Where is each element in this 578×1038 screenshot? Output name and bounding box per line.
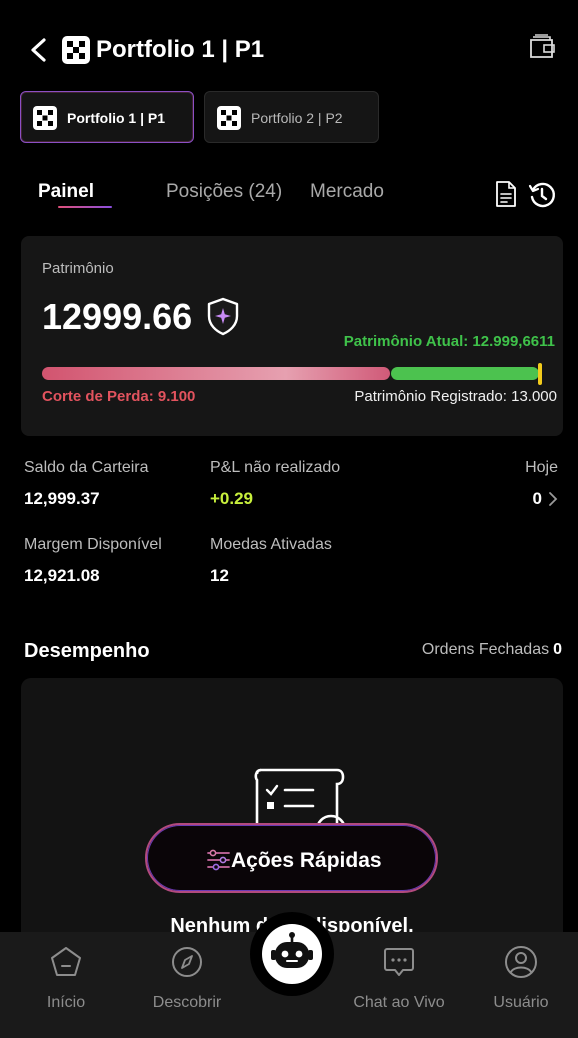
unrealized-pnl-value: +0.29 [210, 489, 254, 508]
today-value: 0 [532, 489, 542, 508]
loss-range-bar [42, 367, 390, 380]
equity-label: Patrimônio [42, 260, 114, 277]
portfolio-logo-icon [33, 106, 57, 130]
unrealized-pnl-stat: P&L não realizado +0.29 [210, 458, 340, 510]
document-icon[interactable] [494, 180, 518, 208]
robot-icon [271, 932, 313, 968]
performance-title: Desempenho [24, 640, 150, 662]
chevron-left-icon[interactable] [26, 36, 52, 64]
nav-item-live-chat[interactable]: Chat ao Vivo [344, 932, 454, 1038]
active-coins-stat: Moedas Ativadas 12 [210, 535, 332, 587]
unrealized-pnl-label: P&L não realizado [210, 459, 341, 476]
active-coins-label: Moedas Ativadas [210, 536, 332, 553]
portfolio-tab-2[interactable]: Portfolio 2 | P2 [204, 91, 379, 143]
shield-icon[interactable] [205, 296, 241, 336]
closed-orders-label: Ordens Fechadas [421, 641, 550, 658]
quick-actions-label: Ações Rápidas [231, 849, 382, 872]
available-margin-stat: Margem Disponível 12,921.08 [24, 535, 162, 587]
profit-range-bar [391, 367, 539, 380]
nav-label: Início [46, 994, 86, 1011]
today-stat[interactable]: Hoje 0 [525, 458, 558, 510]
tab-mercado[interactable]: Mercado [310, 180, 384, 204]
portfolio-tab-label: Portfolio 2 | P2 [251, 110, 343, 126]
wallet-icon[interactable] [528, 34, 556, 60]
wallet-balance-label: Saldo da Carteira [24, 459, 149, 476]
compass-icon [172, 947, 202, 977]
portfolio-tab-label: Portfolio 1 | P1 [67, 110, 166, 126]
history-icon[interactable] [528, 181, 556, 209]
available-margin-label: Margem Disponível [24, 536, 162, 553]
registered-equity-marker [538, 363, 542, 385]
nav-label: Usuário [493, 994, 549, 1011]
chat-icon [384, 948, 414, 976]
current-equity-label: Patrimônio Atual: 12.999,6611 [343, 333, 555, 350]
equity-card: Patrimônio 12999.66 Patrimônio Atual: 12… [21, 236, 563, 436]
nav-item-discover[interactable]: Descobrir [132, 932, 242, 1038]
section-tabs: Painel Posições (24) Mercado [0, 178, 578, 214]
ai-assistant-button[interactable] [250, 912, 334, 996]
equity-value: 12999.66 [42, 296, 193, 337]
available-margin-value: 12,921.08 [24, 566, 100, 585]
user-icon [505, 946, 537, 978]
closed-orders: Ordens Fechadas 0 [422, 640, 562, 660]
ai-assistant-button-face [262, 924, 322, 984]
chevron-right-icon [549, 492, 558, 506]
active-coins-value: 12 [210, 566, 229, 585]
quick-actions-button[interactable]: Ações Rápidas [145, 823, 438, 893]
portfolio-logo-icon [217, 106, 241, 130]
wallet-balance-value: 12,999.37 [24, 489, 100, 508]
portfolio-logo-icon [62, 36, 90, 64]
cut-loss-label: Corte de Perda: 9.100 [42, 388, 196, 405]
nav-label: Chat ao Vivo [353, 994, 445, 1011]
today-label: Hoje [525, 459, 558, 476]
portfolio-tab-1[interactable]: Portfolio 1 | P1 [20, 91, 194, 143]
tab-posicoes[interactable]: Posições (24) [166, 180, 282, 204]
home-icon [51, 947, 81, 976]
registered-equity-label: Patrimônio Registrado: 13.000 [354, 388, 557, 405]
nav-item-home[interactable]: Início [11, 932, 121, 1038]
app-header: Portfolio 1 | P1 [0, 28, 578, 72]
nav-label: Descobrir [152, 994, 222, 1011]
wallet-balance-stat: Saldo da Carteira 12,999.37 [24, 458, 149, 510]
sliders-icon [207, 849, 230, 871]
tab-painel[interactable]: Painel [38, 180, 94, 204]
page-title: Portfolio 1 | P1 [96, 36, 265, 63]
nav-item-user[interactable]: Usuário [466, 932, 576, 1038]
active-tab-indicator [58, 206, 112, 208]
closed-orders-value: 0 [553, 641, 562, 658]
